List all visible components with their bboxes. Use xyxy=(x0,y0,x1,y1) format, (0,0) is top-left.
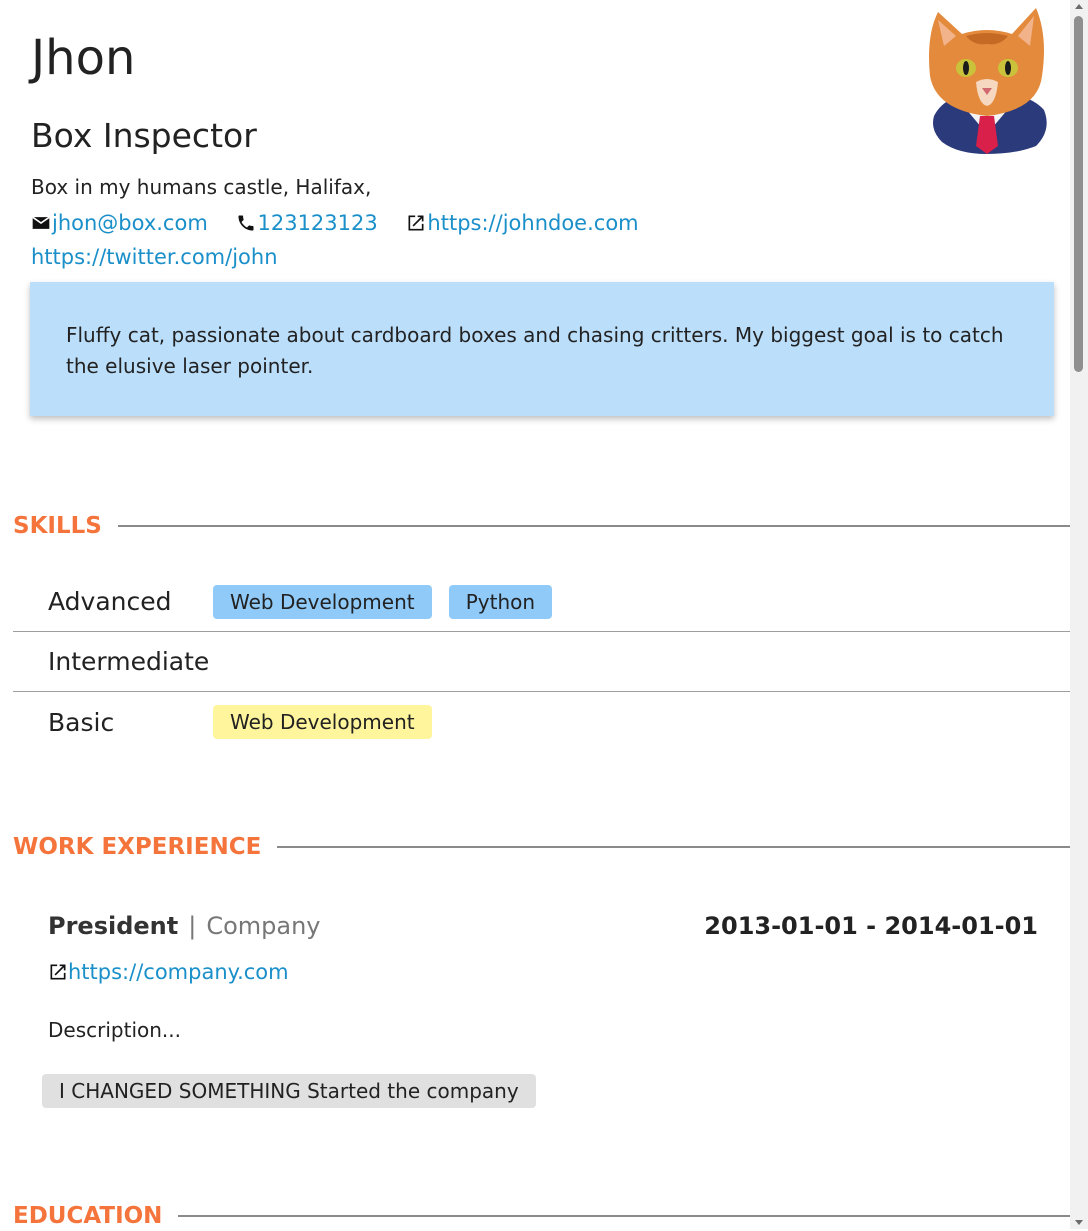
summary-card: Fluffy cat, passionate about cardboard b… xyxy=(30,282,1054,416)
external-link-icon xyxy=(50,964,66,980)
skills-table: Advanced Web Development Python Intermed… xyxy=(13,572,1070,752)
work-entry: President | Company 2013-01-01 - 2014-01-0… xyxy=(48,912,1038,1042)
phone-contact: 123123123 xyxy=(236,206,378,240)
section-divider xyxy=(117,525,1070,527)
website-contact: https://johndoe.com xyxy=(406,206,639,240)
skill-chip: Python xyxy=(448,584,553,619)
scroll-down-arrow-icon[interactable] xyxy=(1075,1220,1083,1225)
resume-page: Jhon Box Inspector Box in my humans cast… xyxy=(0,0,1070,1229)
work-separator: | xyxy=(188,912,197,940)
avatar xyxy=(929,8,1047,154)
phone-link[interactable]: 123123123 xyxy=(257,211,377,235)
work-company: Company xyxy=(206,912,321,940)
skills-heading-text: SKILLS xyxy=(13,513,102,539)
scrollbar-thumb[interactable] xyxy=(1074,16,1083,372)
website-link[interactable]: https://johndoe.com xyxy=(427,211,638,235)
section-divider xyxy=(178,1215,1070,1217)
skill-row-intermediate: Intermediate xyxy=(13,632,1070,692)
skill-chips: Web Development xyxy=(213,705,444,739)
skills-heading: SKILLS xyxy=(13,511,1070,541)
work-heading-text: WORK EXPERIENCE xyxy=(13,834,262,860)
scroll-up-arrow-icon[interactable] xyxy=(1075,4,1083,9)
person-name: Jhon xyxy=(31,30,136,86)
skill-chip: Web Development xyxy=(213,584,432,619)
education-heading-text: EDUCATION xyxy=(13,1203,163,1229)
skill-row-advanced: Advanced Web Development Python xyxy=(13,572,1070,632)
education-heading: EDUCATION xyxy=(13,1201,1070,1231)
phone-icon xyxy=(238,215,254,231)
work-position: President xyxy=(48,912,179,940)
skill-level: Basic xyxy=(48,707,115,737)
email-contact: jhon@box.com xyxy=(31,206,208,240)
work-heading: WORK EXPERIENCE xyxy=(13,832,1070,862)
section-divider xyxy=(277,846,1070,848)
external-link-icon xyxy=(408,215,424,231)
skill-chip: Web Development xyxy=(213,705,432,739)
company-link[interactable]: https://company.com xyxy=(68,960,289,984)
vertical-scrollbar[interactable] xyxy=(1070,0,1088,1229)
work-description: Description... xyxy=(48,1018,181,1042)
skill-level: Advanced xyxy=(48,587,172,616)
contact-list: jhon@box.com 123123123 https://johndoe.c… xyxy=(31,206,711,274)
skill-level: Intermediate xyxy=(48,647,210,676)
email-link[interactable]: jhon@box.com xyxy=(52,211,208,235)
job-title: Box Inspector xyxy=(31,116,257,155)
mail-icon xyxy=(32,216,50,229)
work-url-row: https://company.com xyxy=(48,960,289,984)
work-dates: 2013-01-01 - 2014-01-01 xyxy=(704,912,1038,940)
twitter-link[interactable]: https://twitter.com/john xyxy=(31,245,278,269)
skill-chips: Web Development Python xyxy=(213,584,564,619)
location: Box in my humans castle, Halifax, xyxy=(31,175,372,199)
skill-row-basic: Basic Web Development xyxy=(13,692,1070,752)
work-highlight-chip: I CHANGED SOMETHING Started the company xyxy=(42,1074,536,1108)
